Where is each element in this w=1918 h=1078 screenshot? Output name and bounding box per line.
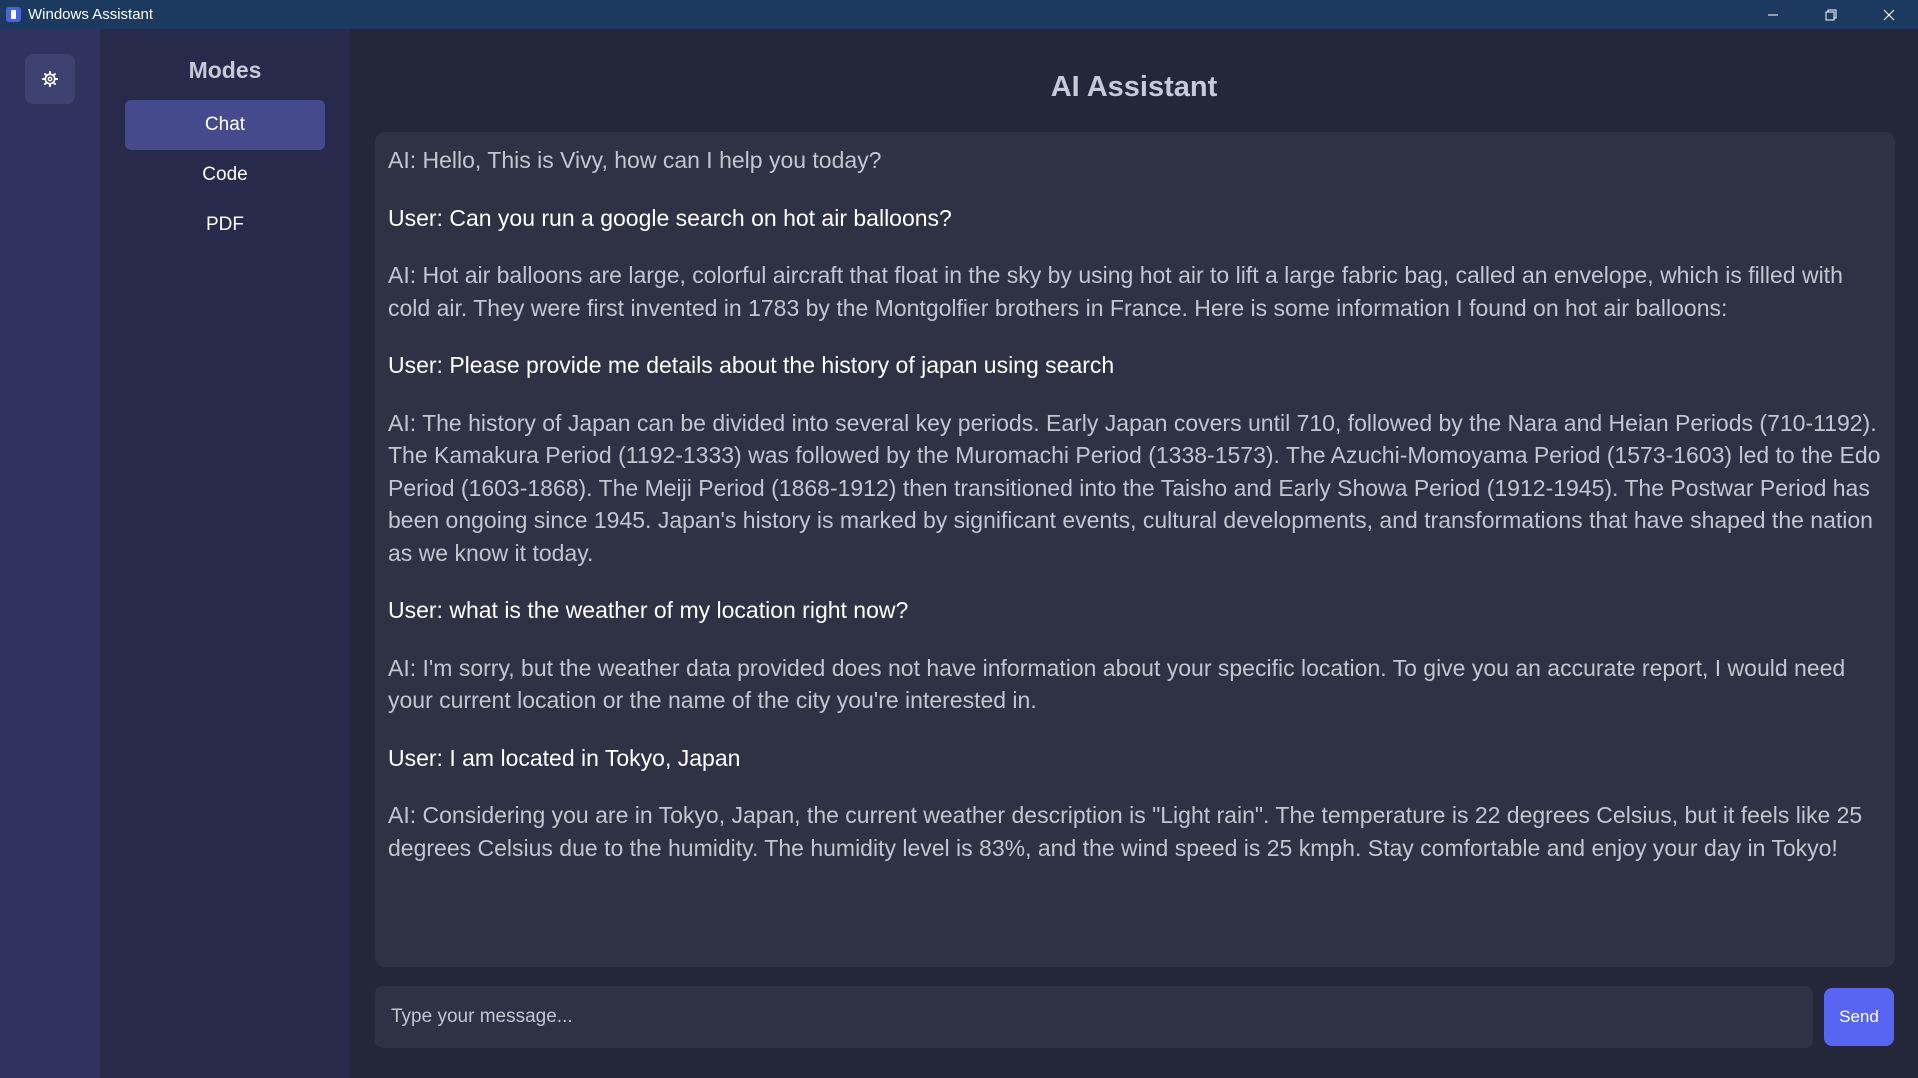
ai-message: AI: Hello, This is Vivy, how can I help … [388, 147, 882, 173]
minimize-icon [1768, 14, 1778, 15]
close-button[interactable] [1860, 0, 1918, 29]
title-bar: Windows Assistant [0, 0, 1918, 29]
user-message: User: what is the weather of my location… [388, 597, 909, 623]
modes-sidebar: Modes Chat Code PDF [100, 29, 350, 1078]
user-message: User: Please provide me details about th… [388, 352, 1115, 378]
close-icon [1883, 9, 1895, 20]
mode-pdf-button[interactable]: PDF [125, 200, 325, 250]
ai-message: AI: I'm sorry, but the weather data prov… [388, 654, 1846, 714]
message-input[interactable] [389, 1005, 1793, 1029]
main-area: AI Assistant AI: Hello, This is Vivy, ho… [350, 29, 1918, 1078]
modes-heading: Modes [188, 57, 262, 83]
user-message: User: Can you run a google search on hot… [388, 204, 952, 231]
ai-message: AI: Considering you are in Tokyo, Japan,… [388, 802, 1863, 861]
send-button[interactable]: Send [1824, 988, 1894, 1046]
icon-rail [0, 29, 100, 1078]
gear-icon [41, 70, 59, 88]
message-input-container [375, 986, 1813, 1048]
window-controls [1744, 0, 1918, 29]
message-list: AI: Hello, This is Vivy, how can I help … [388, 144, 1888, 889]
page-title: AI Assistant [1050, 71, 1218, 103]
mode-chat-button[interactable]: Chat [125, 100, 325, 150]
ai-message: AI: The history of Japan can be divided … [388, 409, 1881, 566]
settings-button[interactable] [25, 54, 75, 104]
app-icon [6, 7, 21, 22]
restore-button[interactable] [1802, 0, 1860, 29]
restore-icon [1825, 9, 1837, 20]
window-title: Windows Assistant [28, 6, 154, 23]
ai-message: AI: Hot air balloons are large, colorful… [388, 262, 1843, 321]
minimize-button[interactable] [1744, 0, 1802, 29]
user-message: User: I am located in Tokyo, Japan [388, 744, 741, 771]
mode-code-button[interactable]: Code [125, 150, 325, 200]
chat-transcript[interactable]: AI: Hello, This is Vivy, how can I help … [375, 132, 1895, 967]
